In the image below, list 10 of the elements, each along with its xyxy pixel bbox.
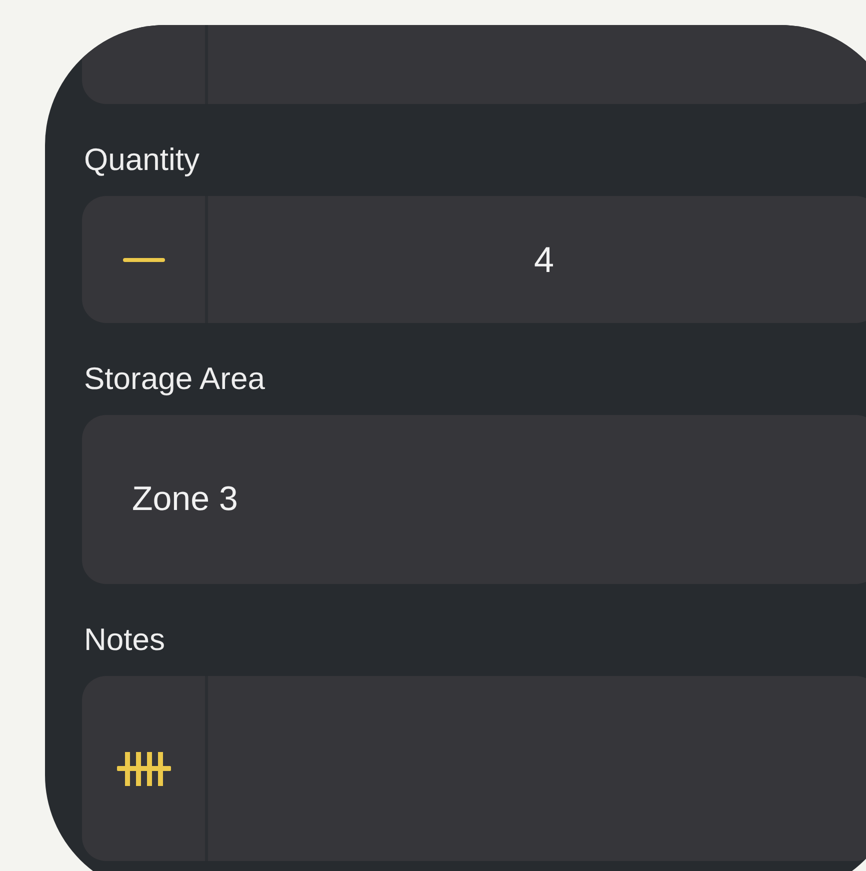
quantity-stepper[interactable]: 4 [82, 196, 866, 323]
storage-area-field[interactable]: Zone 3 [82, 415, 866, 584]
field-label: Quantity [84, 141, 200, 179]
quantity-value: 4 [532, 238, 556, 282]
tally-marks-icon [116, 752, 170, 786]
field-value: Zone 3 [132, 480, 238, 519]
minus-icon [122, 256, 166, 262]
notes-field[interactable] [82, 676, 866, 861]
field-label: Notes [84, 621, 166, 659]
field-label: Storage Area [84, 360, 266, 398]
